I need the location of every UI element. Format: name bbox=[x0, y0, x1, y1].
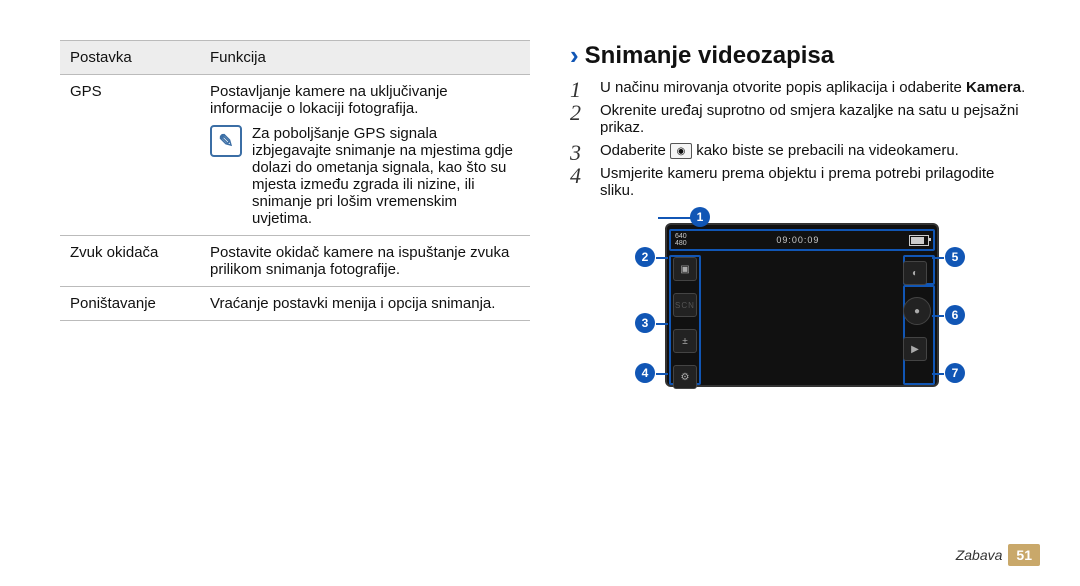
battery-icon bbox=[909, 235, 929, 246]
record-button-icon: ● bbox=[903, 297, 931, 325]
setting-gps-desc: Postavljanje kamere na uključivanje info… bbox=[200, 75, 530, 236]
note-text: Za poboljšanje GPS signala izbjegavajte … bbox=[252, 125, 520, 227]
scn-icon: SCN bbox=[673, 293, 697, 317]
setting-shutter-sound-desc: Postavite okidač kamere na ispuštanje zv… bbox=[200, 236, 530, 287]
col-header-function: Funkcija bbox=[200, 41, 530, 75]
left-rail: ▣ SCN ± ⚙ bbox=[673, 257, 697, 389]
status-bar: 640 480 09:00:09 bbox=[669, 229, 935, 251]
step-2: Okrenite uređaj suprotno od smjera kazal… bbox=[570, 102, 1030, 136]
section-title: › Snimanje videozapisa bbox=[570, 40, 1030, 71]
callout-6: 6 bbox=[945, 305, 965, 325]
chevron-right-icon: › bbox=[570, 40, 579, 71]
resolution-indicator: 640 480 bbox=[675, 233, 687, 247]
page-number: 51 bbox=[1008, 544, 1040, 566]
steps-list: U načinu mirovanja otvorite popis aplika… bbox=[570, 79, 1030, 199]
settings-icon: ⚙ bbox=[673, 365, 697, 389]
setting-shutter-sound: Zvuk okidača bbox=[60, 236, 200, 287]
col-header-setting: Postavka bbox=[60, 41, 200, 75]
step-1: U načinu mirovanja otvorite popis aplika… bbox=[570, 79, 1030, 96]
ev-icon: ± bbox=[673, 329, 697, 353]
callout-7: 7 bbox=[945, 363, 965, 383]
mode-switch-icon: ◐ bbox=[903, 261, 927, 285]
camera-diagram: 640 480 09:00:09 ▣ SCN ± bbox=[570, 213, 1030, 408]
kamera-label: Kamera bbox=[966, 79, 1021, 96]
callout-2: 2 bbox=[635, 247, 655, 267]
camera-screen: 640 480 09:00:09 ▣ SCN ± bbox=[665, 223, 939, 387]
setting-reset-desc: Vraćanje postavki menija i opcija sniman… bbox=[200, 287, 530, 321]
note-block: ✎ Za poboljšanje GPS signala izbjegavajt… bbox=[210, 125, 520, 227]
table-row: Zvuk okidača Postavite okidač kamere na … bbox=[60, 236, 530, 287]
callout-3: 3 bbox=[635, 313, 655, 333]
table-row: Poništavanje Vraćanje postavki menija i … bbox=[60, 287, 530, 321]
setting-reset: Poništavanje bbox=[60, 287, 200, 321]
callout-5: 5 bbox=[945, 247, 965, 267]
table-row: GPS Postavljanje kamere na uključivanje … bbox=[60, 75, 530, 236]
step-4: Usmjerite kameru prema objektu i prema p… bbox=[570, 165, 1030, 199]
camcorder-icon: ▣ bbox=[673, 257, 697, 281]
right-rail: ◐ ● ▶ bbox=[903, 261, 931, 361]
settings-table: Postavka Funkcija GPS Postavljanje kamer… bbox=[60, 40, 530, 321]
record-timer: 09:00:09 bbox=[776, 235, 819, 245]
note-icon: ✎ bbox=[210, 125, 242, 157]
camera-icon: ◉ bbox=[670, 143, 692, 159]
callout-4: 4 bbox=[635, 363, 655, 383]
page-footer: Zabava 51 bbox=[956, 544, 1040, 566]
setting-gps: GPS bbox=[60, 75, 200, 236]
gallery-icon: ▶ bbox=[903, 337, 927, 361]
section-label: Zabava bbox=[956, 547, 1003, 563]
step-3: Odaberite ◉ kako biste se prebacili na v… bbox=[570, 142, 1030, 159]
